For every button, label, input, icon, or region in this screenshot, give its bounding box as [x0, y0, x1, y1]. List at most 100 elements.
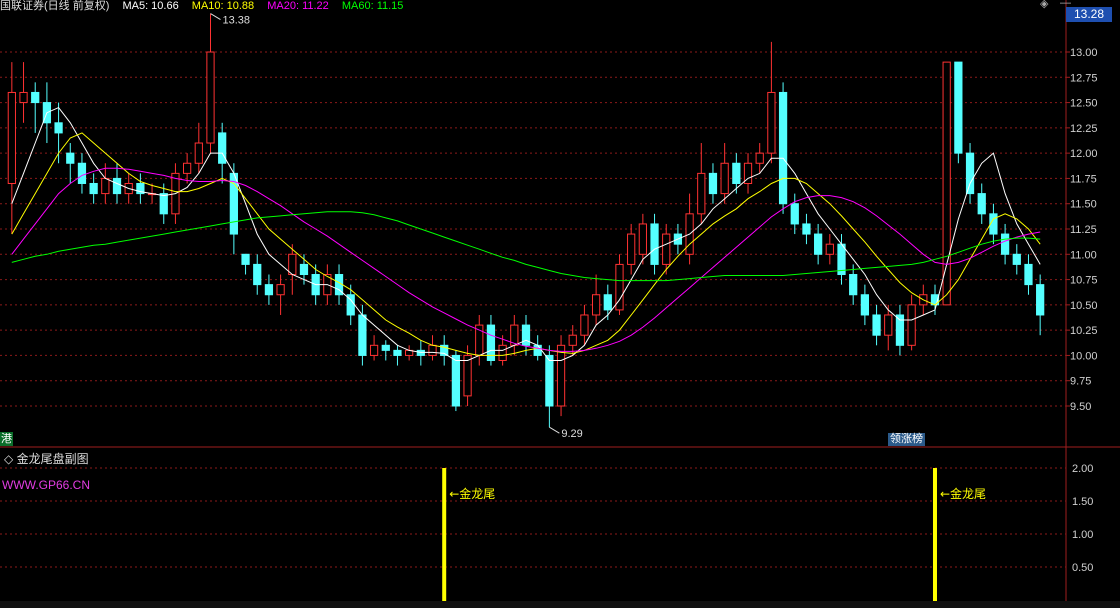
- candle-body: [498, 344, 507, 361]
- candle-body: [545, 354, 554, 407]
- ma20-readout: MA20: 11.22: [267, 0, 329, 12]
- ma10-readout: MA10: 10.88: [191, 0, 255, 12]
- y-tick-label: 13.00: [1070, 47, 1098, 59]
- candle-body: [369, 344, 379, 356]
- candle-body: [907, 304, 916, 346]
- candle-body: [627, 233, 636, 265]
- candle-body: [1000, 233, 1010, 255]
- signal-bar: [442, 468, 447, 601]
- candle-body: [767, 91, 776, 154]
- stock-name[interactable]: 国联证券(日线 前复权): [0, 0, 109, 12]
- candle-body: [241, 253, 250, 265]
- candle-body: [849, 274, 858, 296]
- candle-body: [580, 314, 589, 336]
- y-tick-label: 10.25: [1070, 325, 1098, 337]
- candle-body: [19, 91, 28, 104]
- y-tick-label: 11.75: [1070, 173, 1097, 185]
- candle-body: [790, 203, 799, 225]
- y-tick-label: 10.75: [1070, 275, 1098, 287]
- candle-body: [825, 243, 834, 255]
- candle-body: [638, 223, 647, 255]
- candle-body: [428, 344, 437, 356]
- y-tick-label: 12.50: [1070, 98, 1098, 110]
- ma60-readout: MA60: 11.15: [341, 0, 404, 12]
- candle-body: [253, 263, 262, 286]
- sub-y-tick-label: 1.50: [1072, 496, 1093, 508]
- candle-body: [568, 334, 577, 346]
- candle-body: [264, 284, 274, 296]
- candle-body: [755, 152, 764, 164]
- sub-y-tick-label: 1.00: [1072, 529, 1093, 541]
- candle-body: [218, 132, 227, 164]
- candle-body: [860, 294, 869, 316]
- y-tick-label: 10.50: [1070, 300, 1098, 312]
- candle-body: [393, 349, 402, 356]
- candle-body: [521, 324, 531, 346]
- candle-body: [662, 233, 671, 265]
- candle-body: [954, 61, 963, 154]
- candle-body: [720, 162, 729, 195]
- signal-label: ←金龙尾: [940, 486, 986, 501]
- candle-body: [650, 223, 659, 265]
- high-marker: [210, 13, 221, 20]
- candle-body: [872, 314, 881, 336]
- candle-body: [451, 354, 461, 407]
- candle-body: [556, 344, 566, 407]
- time-axis-bar: [0, 601, 1120, 608]
- y-tick-label: 11.50: [1070, 199, 1097, 211]
- candle-body: [778, 91, 788, 205]
- candle-body: [54, 122, 63, 134]
- candle-body: [194, 142, 203, 164]
- candle-body: [708, 172, 718, 195]
- candle-body: [77, 162, 87, 184]
- current-price-tag: 13.28: [1066, 7, 1112, 22]
- signal-bar: [932, 468, 937, 601]
- y-tick-label: 12.75: [1070, 72, 1098, 84]
- candle-body: [66, 152, 75, 164]
- candle-body: [101, 177, 110, 195]
- candle-body: [358, 314, 367, 356]
- y-tick-label: 11.25: [1070, 224, 1097, 236]
- sub-chart-url[interactable]: WWW.GP66.CN: [2, 478, 90, 492]
- candle-body: [603, 294, 612, 311]
- candle-body: [206, 51, 215, 144]
- y-tick-label: 9.75: [1070, 376, 1091, 388]
- high-label: 13.38: [222, 15, 250, 27]
- candle-body: [89, 182, 98, 195]
- kline-chart[interactable]: 13.00 12.75 12.50 12.25 12.00 11.75 11.50 11.25…: [0, 0, 1120, 608]
- candle-body: [183, 162, 192, 174]
- collapse-icon[interactable]: ◇: [4, 452, 17, 466]
- y-tick-label: 11.00: [1070, 249, 1097, 261]
- y-tick-label: 12.00: [1070, 148, 1098, 160]
- candle-body: [276, 284, 285, 296]
- sub-y-tick-label: 2.00: [1072, 463, 1093, 475]
- candle-body: [884, 314, 893, 336]
- candle-body: [965, 152, 975, 195]
- y-tick-label: 9.50: [1070, 401, 1091, 413]
- settings-icon[interactable]: ◈: [1040, 0, 1048, 10]
- candle-body: [288, 253, 297, 276]
- candle-body: [112, 177, 122, 195]
- candle-body: [381, 344, 390, 351]
- candle-body: [31, 91, 40, 104]
- candle-body: [977, 193, 986, 215]
- leading-gainers-tag[interactable]: 领涨榜: [888, 433, 925, 446]
- signal-label: ←金龙尾: [449, 486, 495, 501]
- candle-body: [463, 354, 472, 397]
- low-marker: [549, 426, 560, 434]
- candle-body: [814, 233, 823, 255]
- candle-body: [159, 193, 168, 215]
- y-tick-label: 12.25: [1070, 123, 1098, 135]
- candle-body: [697, 172, 706, 215]
- candle-body: [942, 61, 951, 306]
- candle-body: [1024, 263, 1033, 286]
- low-label: 9.29: [561, 428, 582, 440]
- candle-body: [299, 263, 309, 276]
- hk-tag[interactable]: 港: [0, 432, 13, 446]
- candle-body: [1012, 253, 1021, 265]
- ma5-readout: MA5: 10.66: [122, 0, 179, 12]
- sub-y-tick-label: 0.50: [1072, 562, 1093, 574]
- sub-chart-title[interactable]: ◇ 金龙尾盘副图: [4, 450, 89, 467]
- candle-body: [533, 344, 542, 356]
- sub-chart-title-text: 金龙尾盘副图: [16, 452, 89, 466]
